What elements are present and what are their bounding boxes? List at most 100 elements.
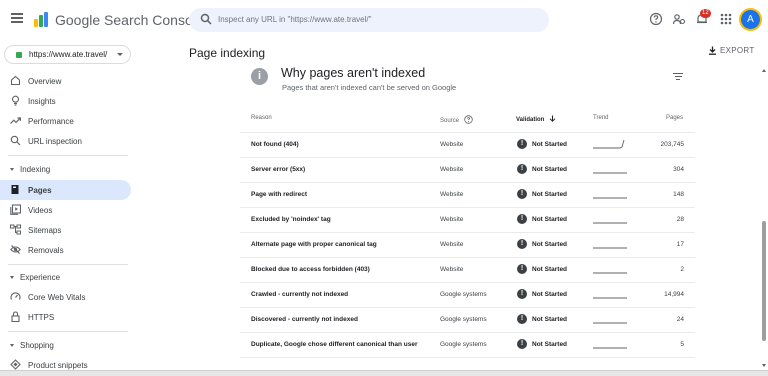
status-alert-icon: ! xyxy=(517,164,527,174)
row-source: Website xyxy=(440,266,464,273)
status-alert-icon: ! xyxy=(517,289,527,299)
status-alert-icon: ! xyxy=(517,339,527,349)
sidebar-item-overview[interactable]: Overview xyxy=(0,71,131,91)
sidebar-item-pages[interactable]: Pages xyxy=(0,180,131,200)
help-icon[interactable] xyxy=(649,12,663,26)
row-pages: 203,745 xyxy=(660,141,685,148)
row-validation: Not Started xyxy=(532,141,568,148)
sidebar-item-label: URL inspection xyxy=(28,137,82,146)
top-app-bar: Google Search Console Inspect any URL in… xyxy=(0,0,768,40)
sidebar-item-performance[interactable]: Performance xyxy=(0,111,131,131)
home-icon xyxy=(10,75,21,86)
table-row[interactable]: Duplicate, Google chose different canoni… xyxy=(240,332,695,357)
scroll-down-arrow[interactable] xyxy=(762,364,766,367)
column-header-pages[interactable]: Pages xyxy=(666,115,683,121)
column-header-source[interactable]: Source xyxy=(440,115,473,124)
lock-icon xyxy=(11,311,20,322)
table-row[interactable]: Server error (5xx) Website ! Not Started… xyxy=(240,157,695,182)
sort-arrow-down-icon xyxy=(549,115,556,122)
row-reason: Server error (5xx) xyxy=(251,166,306,173)
column-header-trend[interactable]: Trend xyxy=(593,115,608,121)
row-reason: Blocked due to access forbidden (403) xyxy=(251,266,370,273)
sidebar-item-videos[interactable]: Videos xyxy=(0,200,131,220)
sidebar-section-indexing[interactable]: Indexing xyxy=(10,165,50,174)
search-console-logo xyxy=(34,12,48,27)
sidebar-item-url-inspection[interactable]: URL inspection xyxy=(0,131,131,151)
trend-sparkline xyxy=(593,297,627,299)
sidebar-item-label: Pages xyxy=(28,186,52,195)
sidebar-item-label: Videos xyxy=(28,206,53,215)
url-inspection-search[interactable]: Inspect any URL in "https://www.ate.trav… xyxy=(189,8,549,32)
account-avatar[interactable]: A xyxy=(741,10,760,29)
search-icon xyxy=(200,13,212,25)
trend-sparkline xyxy=(593,322,627,324)
row-pages: 2 xyxy=(680,266,684,273)
row-validation: Not Started xyxy=(532,341,568,348)
sidebar-item-https[interactable]: HTTPS xyxy=(0,307,131,327)
notification-badge: 12 xyxy=(700,9,711,18)
sidebar-section-shopping[interactable]: Shopping xyxy=(10,341,54,350)
export-button[interactable]: EXPORT xyxy=(708,46,755,55)
row-reason: Alternate page with proper canonical tag xyxy=(251,241,377,248)
menu-icon[interactable] xyxy=(11,13,23,23)
apps-grid-icon[interactable] xyxy=(719,12,733,26)
export-label: EXPORT xyxy=(720,46,755,55)
table-row[interactable]: Blocked due to access forbidden (403) We… xyxy=(240,257,695,282)
pages-icon xyxy=(11,185,19,194)
row-pages: 17 xyxy=(676,241,684,248)
table-row[interactable]: Discovered - currently not indexed Googl… xyxy=(240,307,695,332)
table-row[interactable]: Crawled - currently not indexed Google s… xyxy=(240,282,695,307)
property-selector[interactable]: https://www.ate.travel/ xyxy=(4,45,131,64)
row-validation: Not Started xyxy=(532,316,568,323)
status-alert-icon: ! xyxy=(517,214,527,224)
column-header-validation[interactable]: Validation xyxy=(516,115,556,123)
status-alert-icon: ! xyxy=(517,314,527,324)
page-title: Page indexing xyxy=(189,46,266,60)
table-row[interactable]: Alternate page with proper canonical tag… xyxy=(240,232,695,257)
diamond-icon xyxy=(10,359,21,370)
trend-sparkline xyxy=(593,347,627,349)
table-divider xyxy=(240,357,695,358)
trend-sparkline xyxy=(593,222,627,224)
sidebar-item-sitemaps[interactable]: Sitemaps xyxy=(0,220,131,240)
sidebar-section-experience[interactable]: Experience xyxy=(10,273,60,282)
scrollbar-thumb[interactable] xyxy=(762,221,766,341)
row-source: Website xyxy=(440,241,464,248)
scroll-up-arrow[interactable] xyxy=(762,69,766,72)
row-validation: Not Started xyxy=(532,291,568,298)
manage-users-icon[interactable] xyxy=(672,12,686,26)
row-source: Google systems xyxy=(440,341,487,348)
row-pages: 304 xyxy=(673,166,684,173)
sidebar-item-insights[interactable]: Insights xyxy=(0,91,131,111)
card-subtitle: Pages that aren't indexed can't be serve… xyxy=(282,83,457,92)
trend-sparkline xyxy=(593,272,627,274)
sidebar-divider xyxy=(8,155,128,156)
filter-icon[interactable] xyxy=(673,73,683,81)
row-reason: Discovered - currently not indexed xyxy=(251,316,358,323)
table-row[interactable]: Page with redirect Website ! Not Started… xyxy=(240,182,695,207)
sidebar-item-label: Core Web Vitals xyxy=(28,293,86,302)
search-icon xyxy=(10,135,21,146)
row-source: Website xyxy=(440,191,464,198)
row-pages: 5 xyxy=(680,341,684,348)
sidebar-item-removals[interactable]: Removals xyxy=(0,240,131,260)
row-pages: 24 xyxy=(676,316,684,323)
column-header-source-label: Source xyxy=(440,118,460,124)
property-label: https://www.ate.travel/ xyxy=(29,50,108,59)
table-row[interactable]: Not found (404) Website ! Not Started 20… xyxy=(240,132,695,157)
row-reason: Not found (404) xyxy=(251,141,299,148)
column-header-validation-label: Validation xyxy=(516,117,545,123)
trend-sparkline xyxy=(593,139,625,149)
help-icon[interactable] xyxy=(463,115,473,124)
row-pages: 14,994 xyxy=(664,291,684,298)
table-row[interactable]: Excluded by 'noindex' tag Website ! Not … xyxy=(240,207,695,232)
trending-up-icon xyxy=(10,117,21,124)
video-library-icon xyxy=(10,204,21,215)
sidebar-item-core-web-vitals[interactable]: Core Web Vitals xyxy=(0,287,131,307)
status-alert-icon: ! xyxy=(517,239,527,249)
trend-sparkline xyxy=(593,247,627,249)
speed-gauge-icon xyxy=(10,292,21,300)
card-title: Why pages aren't indexed xyxy=(281,66,426,80)
trend-sparkline xyxy=(593,172,627,174)
column-header-reason[interactable]: Reason xyxy=(251,115,272,121)
